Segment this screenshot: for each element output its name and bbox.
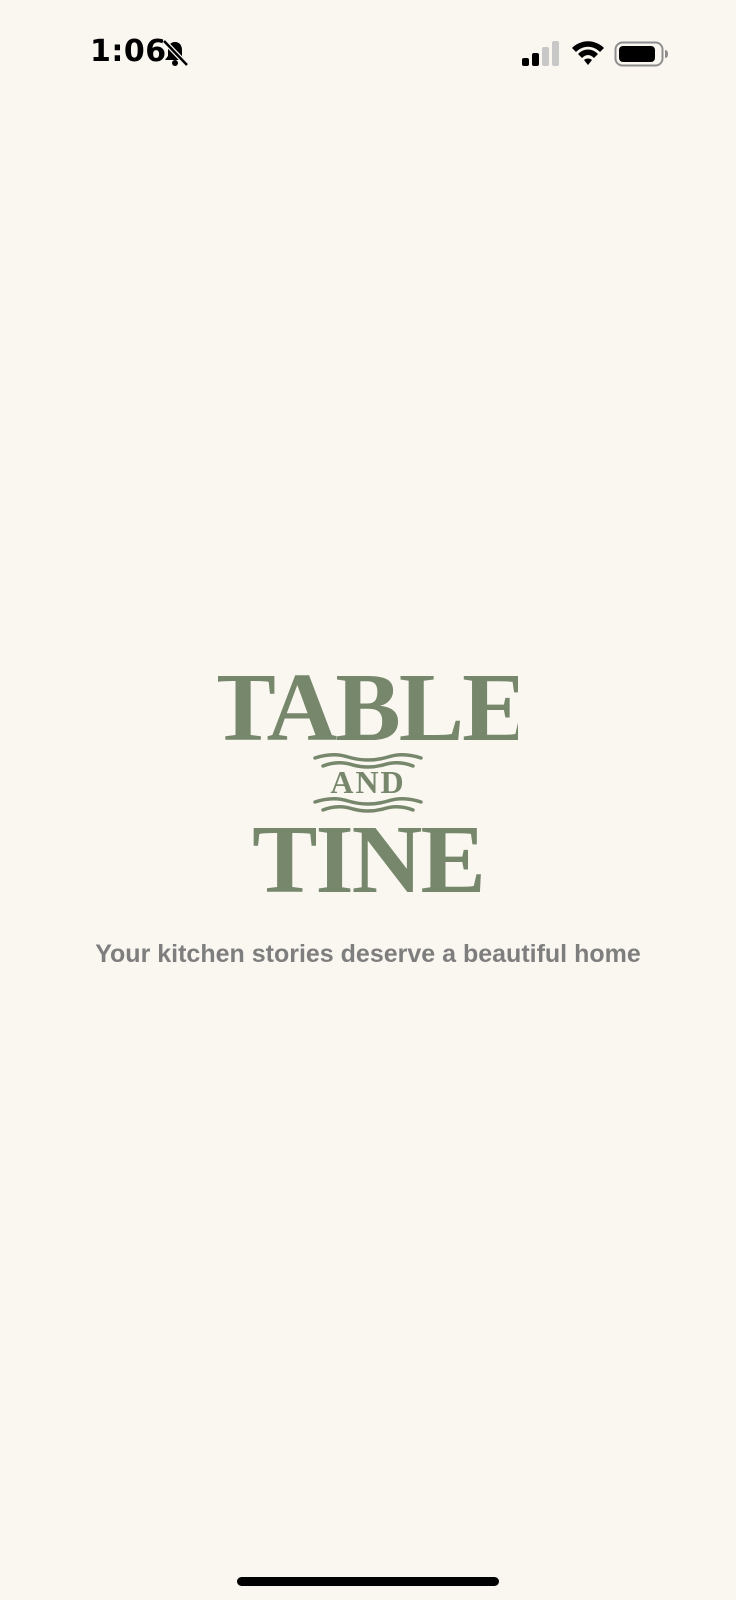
home-indicator[interactable]	[237, 1577, 499, 1586]
tagline: Your kitchen stories deserve a beautiful…	[95, 940, 641, 968]
logo-wordmark: TABLE AND TINE	[218, 654, 518, 914]
splash-screen: TABLE AND TINE	[0, 640, 736, 920]
cellular-signal-icon	[522, 41, 559, 66]
status-time: 1:06	[90, 34, 167, 69]
logo-line-and: AND	[330, 764, 405, 800]
wifi-icon	[572, 41, 604, 65]
status-bar: 1:06	[0, 0, 736, 110]
app-logo: TABLE AND TINE	[218, 654, 518, 914]
logo-line-tine: TINE	[252, 806, 484, 914]
battery-icon	[614, 41, 668, 67]
bell-slash-icon	[162, 39, 189, 67]
logo-line-table: TABLE	[218, 654, 518, 762]
